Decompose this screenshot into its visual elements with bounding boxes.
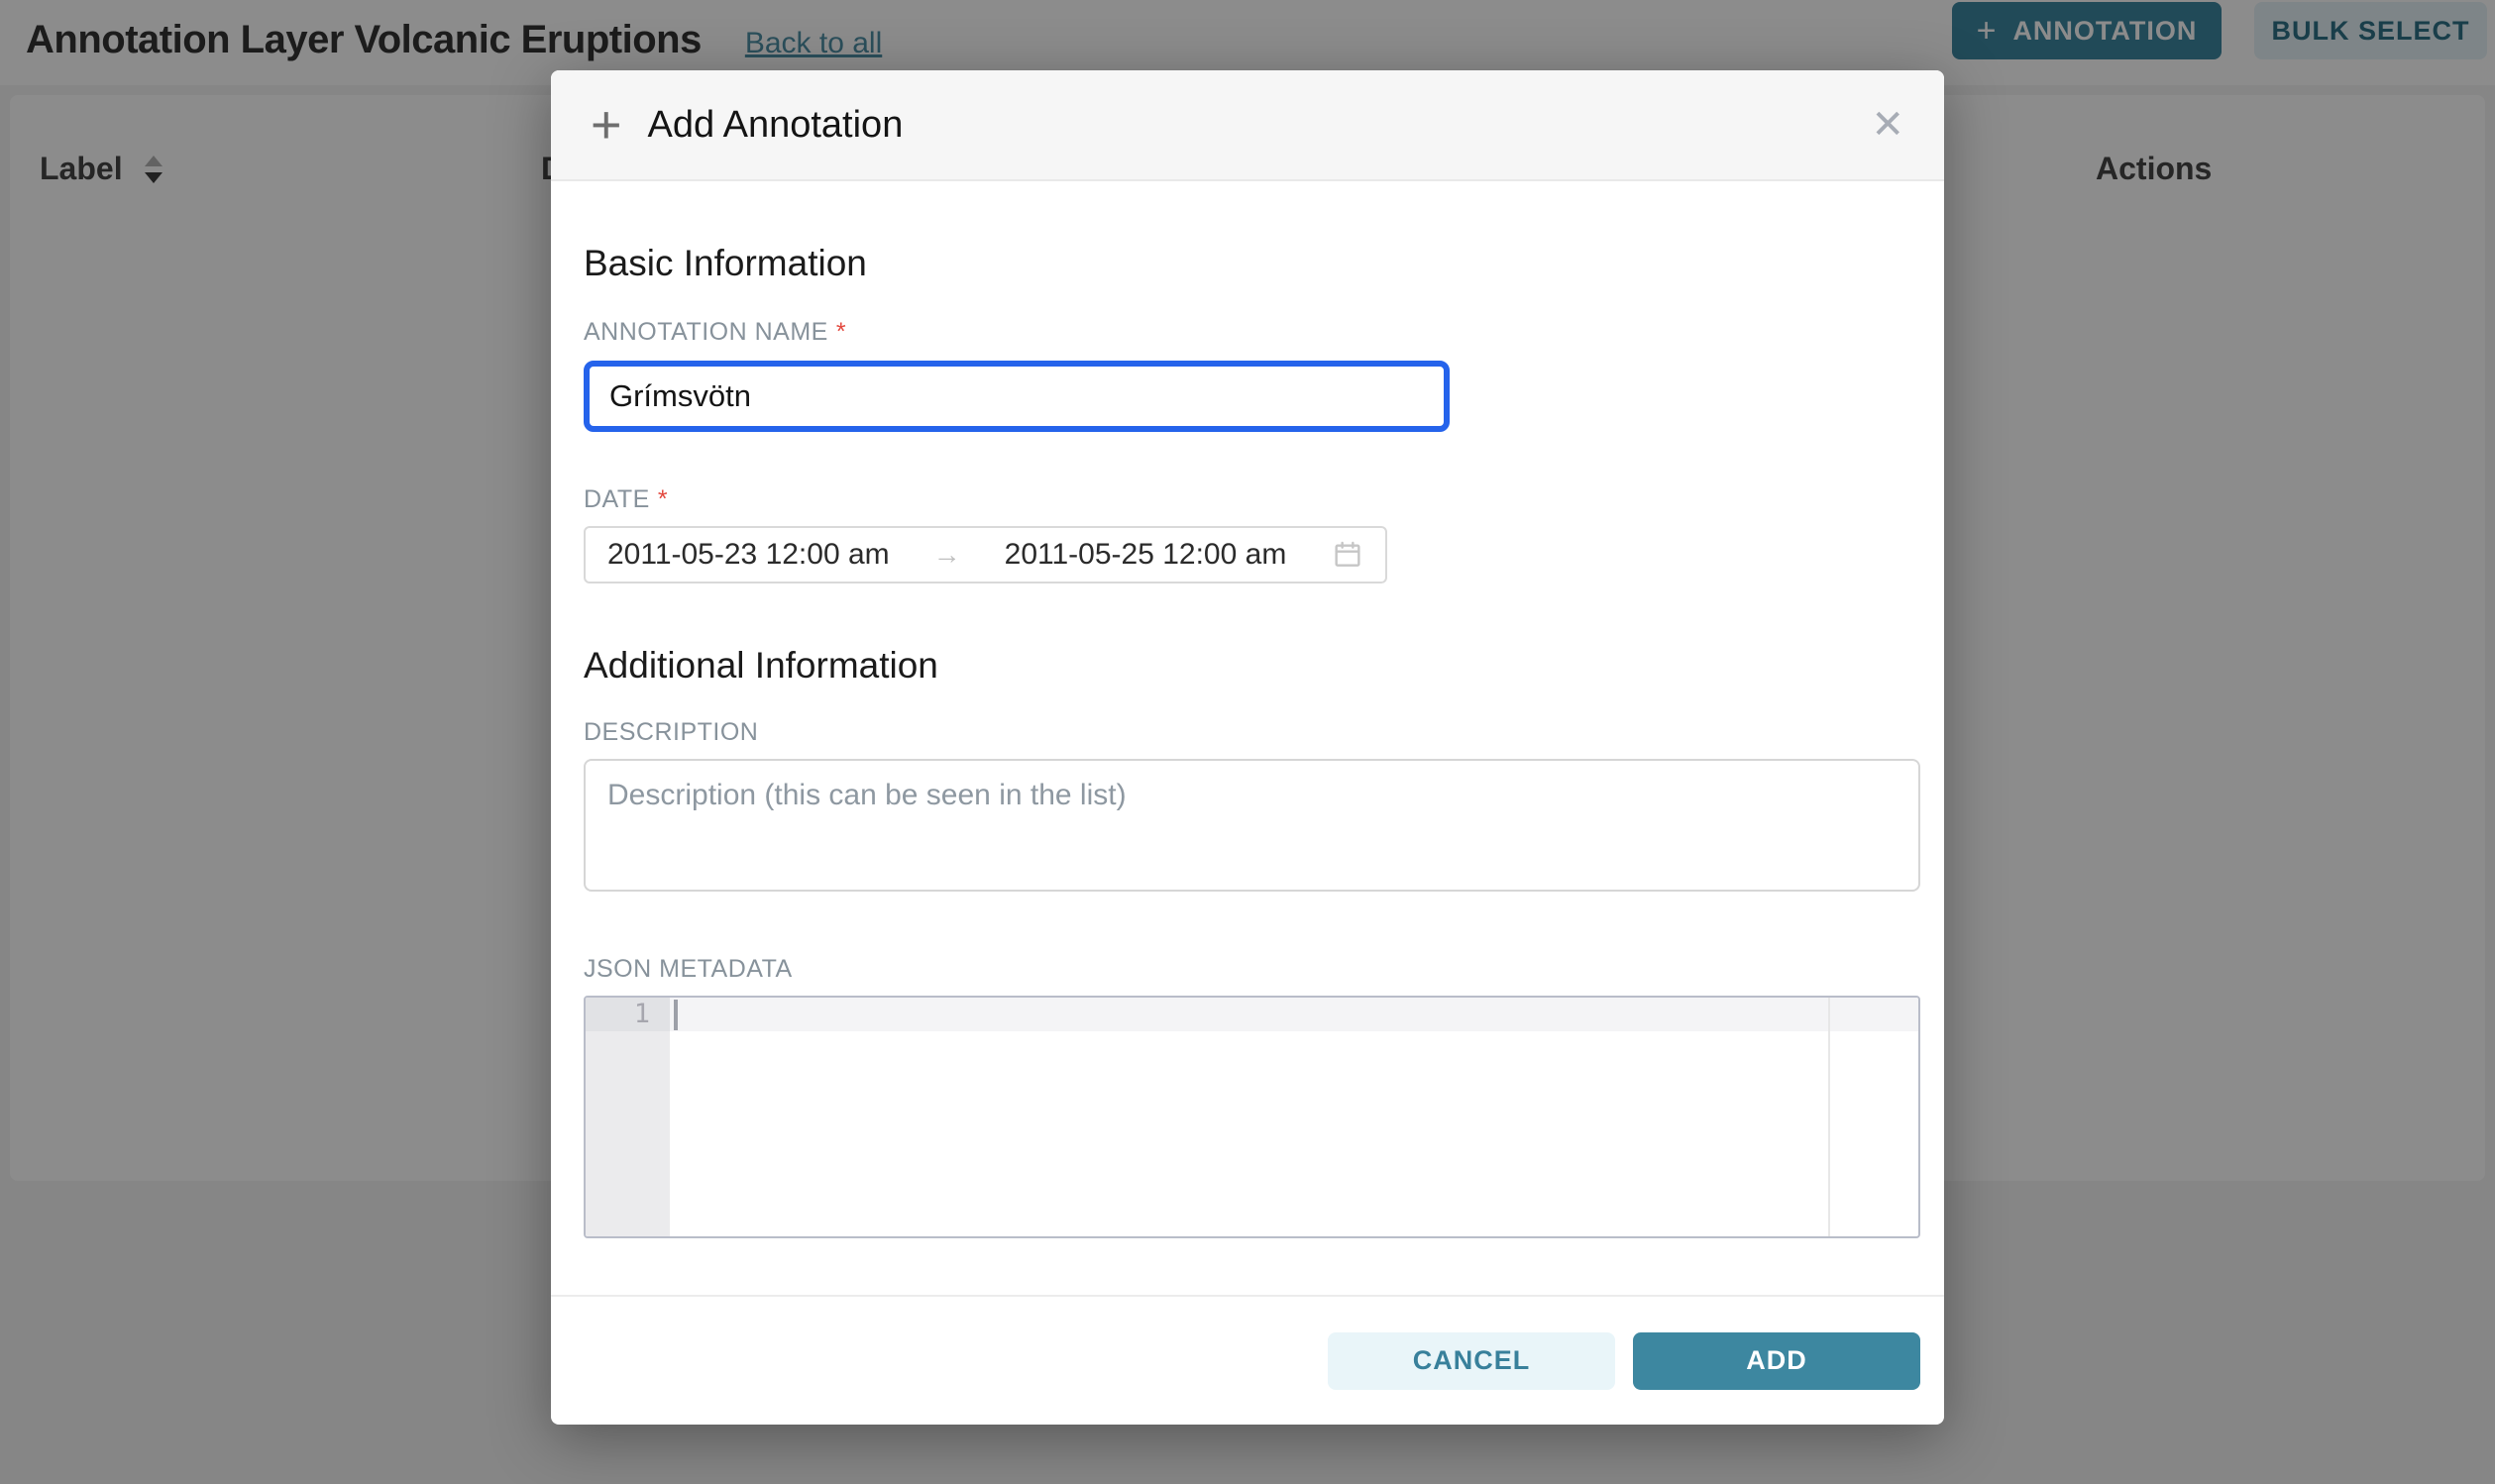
description-textarea[interactable]: [584, 759, 1920, 892]
add-annotation-modal: + Add Annotation ✕ Basic Information ANN…: [551, 70, 1944, 1425]
annotation-name-input[interactable]: [584, 361, 1450, 432]
modal-title: Add Annotation: [648, 104, 904, 147]
plus-icon: +: [591, 101, 622, 150]
modal-header: + Add Annotation ✕: [551, 70, 1944, 181]
modal-footer: CANCEL ADD: [551, 1295, 1944, 1425]
calendar-icon[interactable]: [1332, 539, 1363, 571]
json-metadata-label: JSON METADATA: [584, 955, 1920, 984]
screen: Annotation Layer Volcanic Eruptions Back…: [0, 0, 2495, 1484]
date-label: DATE*: [584, 485, 1920, 514]
basic-information-heading: Basic Information: [584, 243, 1920, 284]
description-label: DESCRIPTION: [584, 718, 1920, 747]
date-end-value[interactable]: 2011-05-25 12:00 am: [1005, 538, 1287, 572]
date-range-picker[interactable]: 2011-05-23 12:00 am → 2011-05-25 12:00 a…: [584, 526, 1387, 583]
json-metadata-editor[interactable]: 1: [584, 996, 1920, 1238]
additional-information-heading: Additional Information: [584, 645, 1920, 687]
annotation-name-label: ANNOTATION NAME*: [584, 318, 1920, 347]
required-marker: *: [836, 318, 846, 346]
editor-active-line: [670, 998, 1918, 1031]
editor-print-margin: [1828, 998, 1830, 1236]
cancel-button[interactable]: CANCEL: [1328, 1332, 1615, 1390]
add-button[interactable]: ADD: [1633, 1332, 1920, 1390]
range-arrow-icon: →: [933, 539, 961, 571]
editor-gutter: 1: [586, 998, 670, 1236]
modal-body: Basic Information ANNOTATION NAME* DATE*…: [551, 181, 1944, 1295]
close-icon[interactable]: ✕: [1871, 105, 1904, 145]
editor-line-number: 1: [586, 998, 670, 1031]
required-marker: *: [658, 485, 668, 513]
date-start-value[interactable]: 2011-05-23 12:00 am: [607, 538, 890, 572]
editor-caret: [674, 1000, 678, 1030]
